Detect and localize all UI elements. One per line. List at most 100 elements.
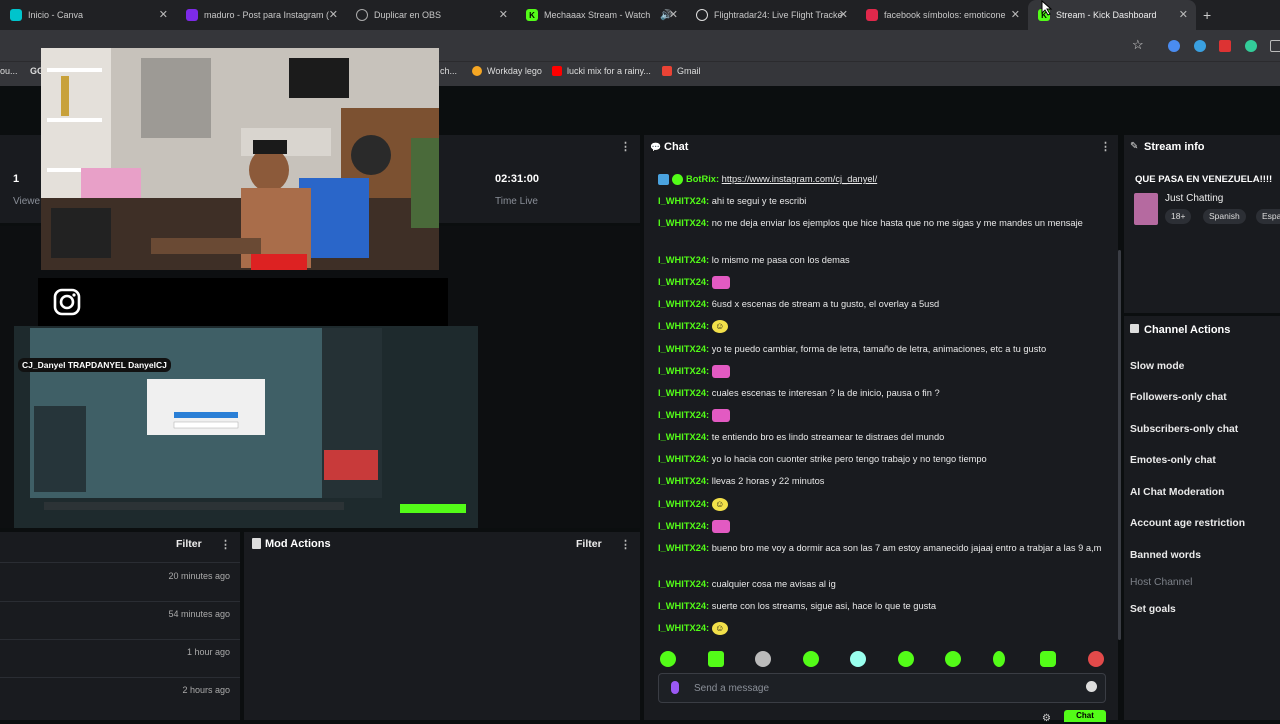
chat-message: I_WHITX24:	[658, 365, 1102, 379]
emote-icon[interactable]	[1040, 651, 1056, 667]
chat-username[interactable]: I_WHITX24:	[658, 579, 709, 589]
tab-canva[interactable]: Inicio - Canva ✕	[0, 0, 176, 30]
chat-username[interactable]: I_WHITX24:	[658, 321, 709, 331]
gmail-icon	[662, 66, 672, 76]
emote-icon[interactable]	[898, 651, 914, 667]
chat-username[interactable]: I_WHITX24:	[658, 196, 709, 206]
close-tab-icon[interactable]: ✕	[839, 8, 848, 21]
tab-mechaaax-stream[interactable]: K Mechaaax Stream - Watch 🔊 ✕	[516, 0, 686, 30]
chat-username[interactable]: I_WHITX24:	[658, 410, 709, 420]
chat-username[interactable]: I_WHITX24:	[658, 344, 709, 354]
emote-icon[interactable]	[803, 651, 819, 667]
chat-username[interactable]: I_WHITX24:	[658, 366, 709, 376]
close-tab-icon[interactable]: ✕	[1179, 8, 1188, 21]
emote-icon	[711, 409, 730, 423]
tab-facebook-symbols[interactable]: facebook símbolos: emoticone ✕	[856, 0, 1028, 30]
emote-icon[interactable]	[850, 651, 866, 667]
chat-link[interactable]: https://www.instagram.com/cj_danyel/	[722, 174, 878, 184]
emote-icon[interactable]	[660, 651, 676, 667]
close-tab-icon[interactable]: ✕	[329, 8, 338, 21]
more-options-icon[interactable]: ⋮	[220, 538, 231, 551]
close-tab-icon[interactable]: ✕	[499, 8, 508, 21]
tab-label: Flightradar24: Live Flight Tracke	[714, 10, 843, 20]
emote-icon	[711, 365, 730, 379]
extension-icon[interactable]	[1168, 40, 1180, 52]
activity-feed-panel: Filter ⋮ 20 minutes ago 54 minutes ago 1…	[0, 532, 240, 720]
chat-username[interactable]: I_WHITX24:	[658, 499, 709, 509]
emote-icon: ☺	[711, 320, 728, 334]
bookmark-youtube[interactable]: lucki mix for a rainy...	[552, 66, 651, 76]
chat-username[interactable]: I_WHITX24:	[658, 623, 709, 633]
tab-label: facebook símbolos: emoticone	[884, 10, 1006, 20]
bookmark-star-icon[interactable]: ☆	[1132, 37, 1144, 53]
divider	[0, 677, 240, 678]
chat-username[interactable]: I_WHITX24:	[658, 476, 709, 486]
more-options-icon[interactable]: ⋮	[1100, 140, 1111, 153]
verified-badge-icon	[672, 174, 683, 186]
tab-flightradar[interactable]: Flightradar24: Live Flight Tracke ✕	[686, 0, 856, 30]
bookmark-item[interactable]: ou...	[0, 66, 18, 76]
action-followers-only[interactable]: Followers-only chat	[1130, 392, 1227, 403]
chat-username[interactable]: I_WHITX24:	[658, 218, 709, 228]
action-emotes-only[interactable]: Emotes-only chat	[1130, 455, 1216, 466]
emote-icon[interactable]	[945, 651, 961, 667]
more-options-icon[interactable]: ⋮	[620, 140, 631, 153]
pencil-icon[interactable]: ✎	[1130, 141, 1138, 152]
chat-username[interactable]: I_WHITX24:	[658, 601, 709, 611]
extension-icon[interactable]	[1245, 40, 1257, 52]
chat-scrollbar[interactable]	[1118, 250, 1121, 640]
close-tab-icon[interactable]: ✕	[159, 8, 168, 21]
more-options-icon[interactable]: ⋮	[620, 538, 631, 551]
tab-obs[interactable]: Duplicar en OBS ✕	[346, 0, 516, 30]
action-set-goals[interactable]: Set goals	[1130, 604, 1176, 615]
close-tab-icon[interactable]: ✕	[1011, 8, 1020, 21]
emote-icon[interactable]	[1088, 651, 1104, 667]
extensions-puzzle-icon[interactable]	[1270, 40, 1280, 52]
tag-language-2: Españ	[1256, 209, 1280, 224]
microphone-icon[interactable]	[671, 681, 679, 694]
extension-icon[interactable]	[1194, 40, 1206, 52]
send-message-input[interactable]: Send a message	[658, 673, 1106, 703]
chat-username[interactable]: I_WHITX24:	[658, 299, 709, 309]
emote-icon[interactable]	[755, 651, 771, 667]
new-tab-icon[interactable]: +	[1203, 7, 1211, 23]
action-ai-moderation[interactable]: AI Chat Moderation	[1130, 487, 1224, 498]
chat-send-button[interactable]: Chat	[1064, 710, 1106, 722]
emote-icon[interactable]	[993, 651, 1005, 667]
chat-username[interactable]: I_WHITX24:	[658, 255, 709, 265]
globe-icon	[356, 9, 368, 21]
tab-instagram-post[interactable]: maduro - Post para Instagram ( ✕	[176, 0, 346, 30]
emoji-picker-icon[interactable]	[1086, 681, 1097, 692]
action-banned-words[interactable]: Banned words	[1130, 550, 1201, 561]
chat-username[interactable]: I_WHITX24:	[658, 388, 709, 398]
category-name[interactable]: Just Chatting	[1165, 193, 1223, 204]
action-subscribers-only[interactable]: Subscribers-only chat	[1130, 424, 1238, 435]
chat-username[interactable]: BotRix:	[686, 174, 719, 184]
bookmark-item[interactable]: ch...	[440, 66, 457, 76]
webcam-image	[41, 48, 439, 270]
bookmark-workday[interactable]: Workday lego	[472, 66, 542, 76]
action-host-channel[interactable]: Host Channel	[1130, 577, 1192, 588]
action-slow-mode[interactable]: Slow mode	[1130, 361, 1184, 372]
action-account-age[interactable]: Account age restriction	[1130, 518, 1245, 529]
tab-kick-dashboard[interactable]: K Stream - Kick Dashboard ✕	[1028, 0, 1196, 30]
tab-label: maduro - Post para Instagram (	[204, 10, 330, 20]
close-tab-icon[interactable]: ✕	[669, 8, 678, 21]
feed-time: 20 minutes ago	[168, 571, 230, 581]
overlay-social-handles: CJ_Danyel TRAPDANYEL DanyelCJ	[18, 358, 171, 372]
settings-gear-icon[interactable]: ⚙	[1042, 713, 1051, 724]
chat-username[interactable]: I_WHITX24:	[658, 521, 709, 531]
chat-message: I_WHITX24: cuales escenas te interesan ?…	[658, 387, 1102, 400]
chat-username[interactable]: I_WHITX24:	[658, 277, 709, 287]
chat-username[interactable]: I_WHITX24:	[658, 543, 709, 553]
channel-actions-title: Channel Actions	[1144, 324, 1231, 336]
emote-icon[interactable]	[708, 651, 724, 667]
bookmark-label: Workday lego	[487, 66, 542, 76]
mod-filter-button[interactable]: Filter	[576, 538, 602, 550]
chat-username[interactable]: I_WHITX24:	[658, 454, 709, 464]
adblock-icon[interactable]	[1219, 40, 1231, 52]
chat-message: I_WHITX24: llevas 2 horas y 22 minutos	[658, 475, 1102, 488]
bookmark-gmail[interactable]: Gmail	[662, 66, 701, 76]
chat-username[interactable]: I_WHITX24:	[658, 432, 709, 442]
feed-filter-button[interactable]: Filter	[176, 538, 202, 550]
